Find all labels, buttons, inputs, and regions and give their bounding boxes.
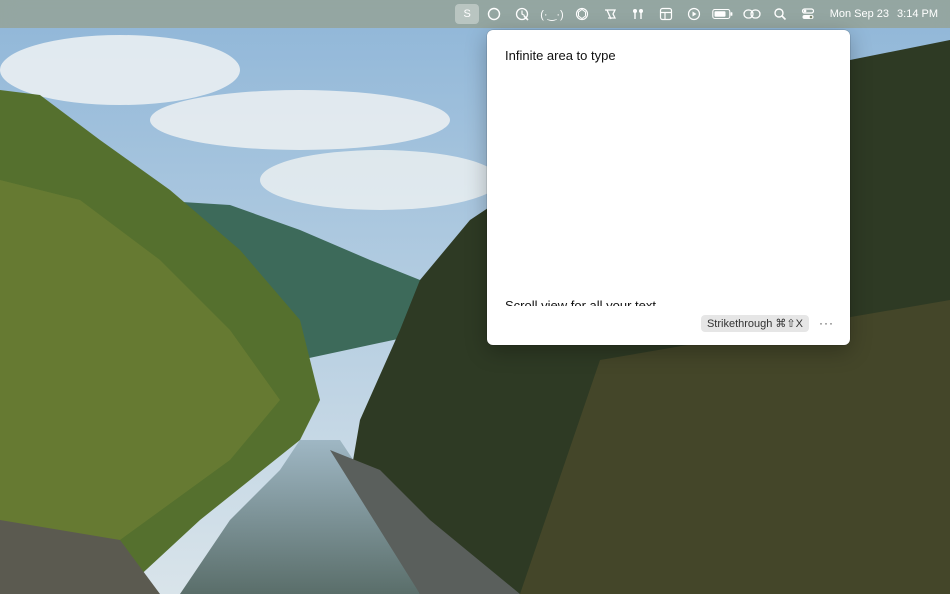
- link-menu-item[interactable]: [739, 4, 765, 24]
- window-grid-menu-item[interactable]: [653, 4, 679, 24]
- play-circle-icon: [687, 7, 700, 21]
- battery-icon: [711, 8, 733, 20]
- openai-menu-item[interactable]: [569, 4, 595, 24]
- cursor-clock-icon: [515, 7, 529, 21]
- more-options-button[interactable]: ···: [819, 316, 834, 330]
- control-center-menu-item[interactable]: [795, 4, 821, 24]
- text-editor[interactable]: Infinite area to type Scroll view for al…: [505, 48, 835, 306]
- battery-menu-item[interactable]: [709, 4, 737, 24]
- search-icon: [774, 8, 786, 21]
- clock-date: Mon Sep 23: [829, 8, 890, 20]
- flag-icon: [604, 9, 616, 20]
- cursor-clock-menu-item[interactable]: [509, 4, 535, 24]
- ascii-face-menu-item[interactable]: (·‿·): [537, 4, 567, 24]
- s-app-icon: S: [463, 8, 471, 20]
- window-grid-icon: [659, 7, 672, 21]
- clock-time: 3:14 PM: [897, 8, 938, 20]
- circle-icon: [488, 7, 501, 21]
- circle-menu-item[interactable]: [481, 4, 507, 24]
- play-menu-item[interactable]: [681, 4, 707, 24]
- openai-icon: [575, 7, 588, 21]
- s-app-menu-item[interactable]: S: [455, 4, 480, 24]
- ascii-face-icon: (·‿·): [540, 8, 564, 21]
- strikethrough-shortcut-chip[interactable]: Strikethrough ⌘⇧X: [700, 314, 809, 332]
- search-menu-item[interactable]: [767, 4, 793, 24]
- notes-popover: Infinite area to type Scroll view for al…: [487, 30, 850, 345]
- editor-line-1: Infinite area to type: [505, 48, 616, 63]
- control-center-icon: [801, 8, 814, 19]
- popover-footer: Strikethrough ⌘⇧X ···: [487, 301, 850, 345]
- menu-bar: S (·‿·) Mon Sep 23 3:14 PM: [0, 0, 950, 28]
- airpods-menu-item[interactable]: [625, 4, 651, 24]
- flag-menu-item[interactable]: [597, 4, 623, 24]
- menu-bar-extras: S (·‿·): [454, 4, 822, 24]
- menu-bar-clock[interactable]: Mon Sep 23 3:14 PM: [830, 8, 938, 20]
- link-icon: [743, 9, 761, 19]
- airpods-icon: [632, 9, 643, 19]
